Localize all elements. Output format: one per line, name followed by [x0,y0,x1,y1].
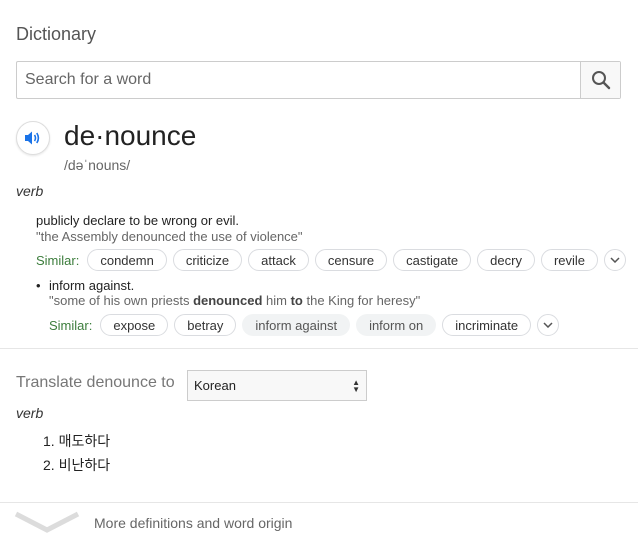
example-2: "some of his own priests denounced him t… [49,293,421,308]
language-select[interactable]: Korean ▲ ▼ [187,370,367,401]
definition-2: inform against. [49,278,135,293]
similar-row-1: Similar: condemn criticize attack censur… [36,249,627,271]
similar-chip[interactable]: decry [477,249,535,271]
translation-part-of-speech: verb [16,405,44,421]
similar-chip[interactable]: incriminate [442,314,532,336]
similar-chip[interactable]: inform on [356,314,437,336]
similar-label: Similar: [36,252,80,268]
search-bar [16,61,621,99]
similar-chip[interactable]: betray [174,314,237,336]
example-1: "the Assembly denounced the use of viole… [36,229,303,244]
pronunciation-button[interactable] [16,121,50,155]
expand-similar-button[interactable] [537,314,560,336]
page-title: Dictionary [16,24,97,44]
chevron-down-icon [543,322,553,328]
similar-chip[interactable]: censure [314,249,388,271]
translation-item: 1. 매도하다 [43,433,111,449]
chevron-down-icon [610,257,620,263]
definition-1: publicly declare to be wrong or evil. [36,213,240,228]
similar-chip[interactable]: expose [100,314,169,336]
expand-similar-button[interactable] [604,249,627,271]
similar-chip[interactable]: criticize [172,249,243,271]
phonetic: /dəˈnouns/ [64,157,131,173]
chevron-down-icon [14,511,80,533]
similar-chip[interactable]: revile [540,249,599,271]
search-input[interactable] [17,62,580,98]
more-definitions-link[interactable]: More definitions and word origin [94,515,292,531]
similar-chip[interactable]: condemn [87,249,167,271]
similar-chip[interactable]: inform against [242,314,351,336]
similar-row-2: Similar: expose betray inform against in… [49,314,560,336]
select-arrows-icon: ▲ ▼ [352,378,360,394]
expand-more-button[interactable] [14,511,80,538]
search-button[interactable] [580,62,620,98]
translate-label: Translate denounce to [16,374,175,391]
language-value: Korean [194,378,236,393]
divider [0,348,638,349]
headword: de·nounce [64,120,197,151]
speaker-icon [25,131,40,145]
search-icon [591,71,610,90]
bullet: • [36,278,41,293]
part-of-speech: verb [16,183,44,199]
divider [0,502,638,503]
similar-chip[interactable]: castigate [393,249,472,271]
similar-label: Similar: [49,317,93,333]
similar-chip[interactable]: attack [248,249,309,271]
translation-item: 2. 비난하다 [43,457,111,473]
